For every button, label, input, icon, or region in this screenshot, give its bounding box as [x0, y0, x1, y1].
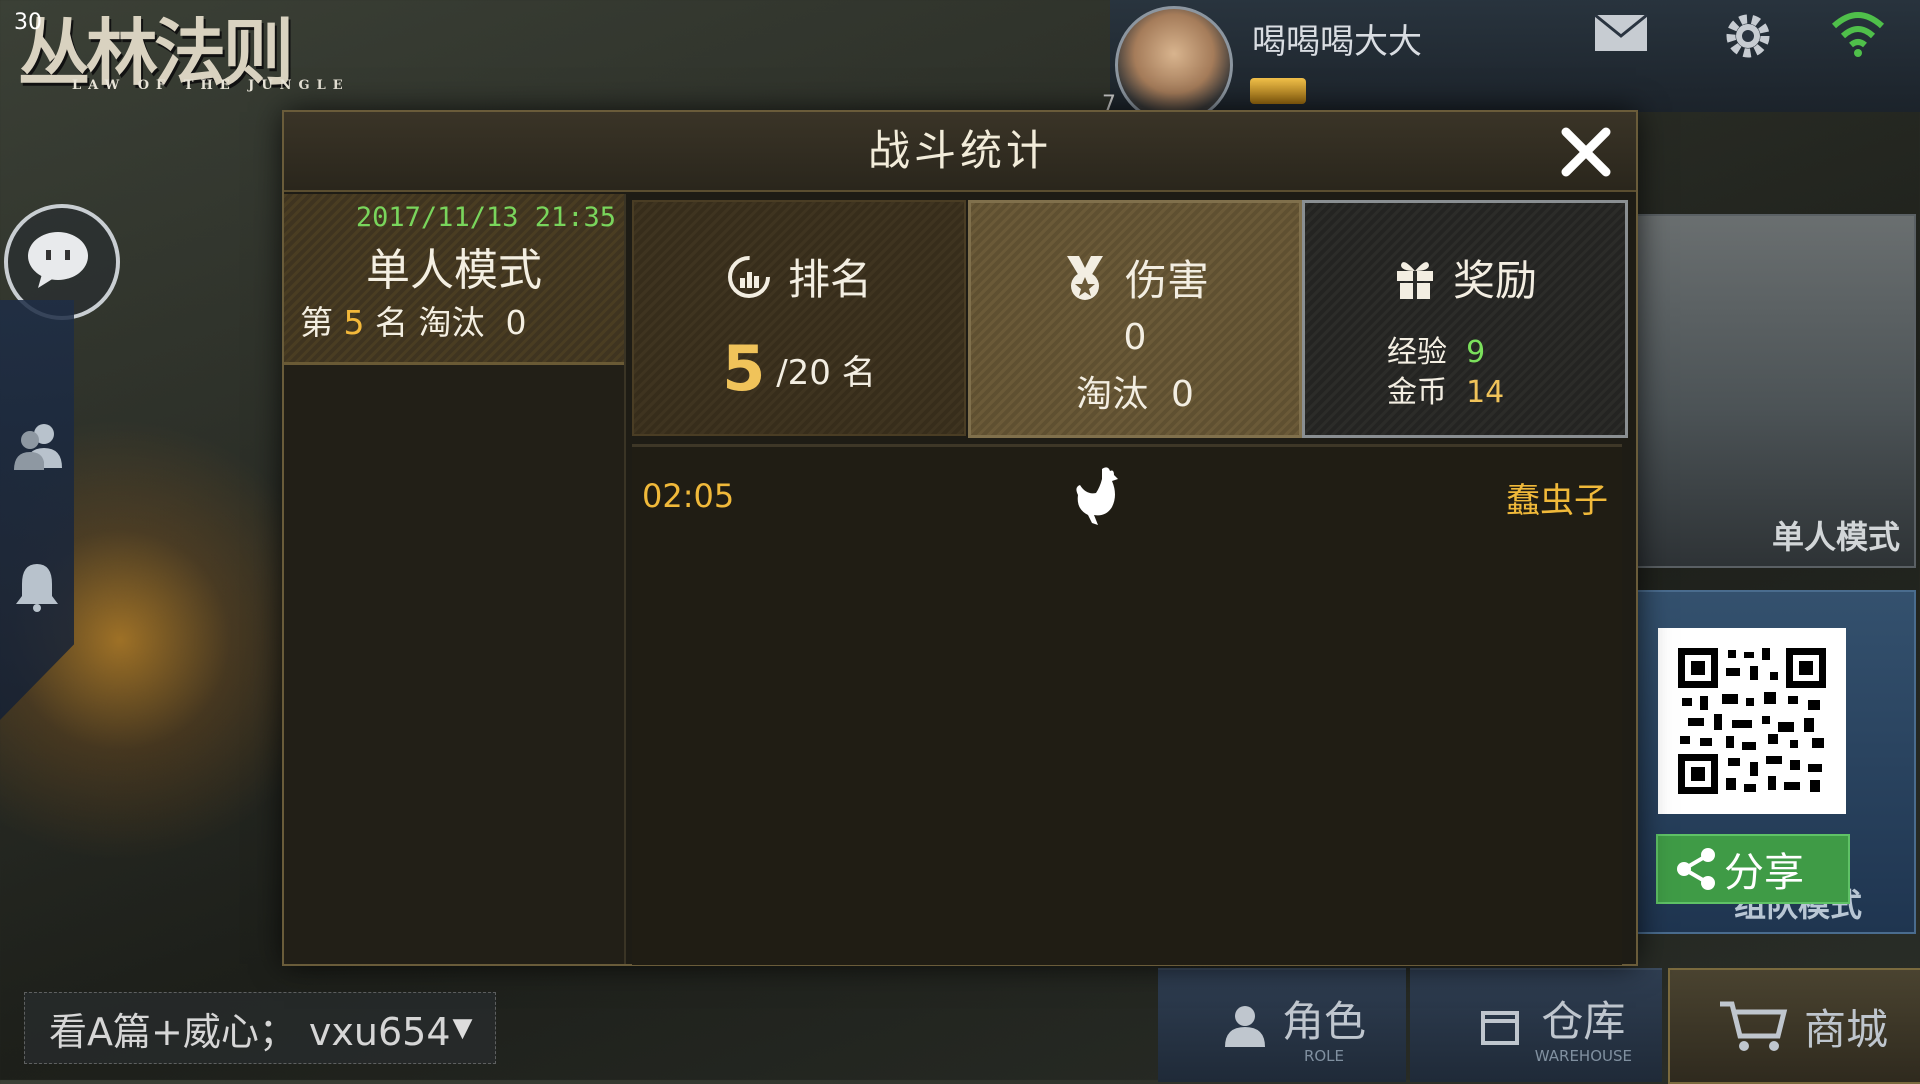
wifi-icon [1831, 12, 1885, 57]
nav-warehouse[interactable]: 仓库 WAREHOUSE [1410, 968, 1662, 1082]
nav-warehouse-label: 仓库 [1541, 996, 1626, 1046]
left-rail [0, 300, 74, 720]
chat-bar[interactable]: 看A篇+威心； vxu654 ▼ [24, 992, 496, 1064]
rank-value: 5 /20 名 [722, 332, 876, 405]
chat-text: 看A篇+威心； vxu654 [49, 1009, 451, 1054]
qr-code [1658, 628, 1846, 814]
username: 喝喝喝大大 [1252, 22, 1422, 62]
game-logo: 丛林法则 LAW OF THE JUNGLE [10, 0, 350, 100]
dialog-title: 战斗统计 [867, 126, 1052, 175]
damage-card: 伤害 0 淘汰 0 [968, 200, 1302, 438]
share-label: 分享 [1724, 850, 1804, 896]
gold-icon [1250, 78, 1306, 104]
match-record-item[interactable]: 2017/11/13 21:35 单人模式 第 5 名 淘汰 0 [284, 194, 624, 365]
bell-icon[interactable] [14, 560, 60, 612]
medal-icon [1066, 255, 1103, 300]
battle-stats-dialog: 战斗统计 2017/11/13 21:35 单人模式 第 5 名 淘汰 0 排名… [284, 112, 1636, 965]
logo-subtitle: LAW OF THE JUNGLE [72, 78, 350, 93]
match-rank: 5 [343, 303, 365, 342]
match-date: 2017/11/13 21:35 [355, 202, 616, 233]
exp-reward: 经验 9 [1387, 335, 1486, 370]
rank-label: 排名 [787, 255, 872, 304]
gift-icon [1396, 261, 1433, 299]
chat-icon [28, 232, 88, 288]
battle-log: 02:05 蠢虫子 [632, 444, 1622, 965]
person-icon [1224, 1006, 1265, 1047]
nav-role-sub: ROLE [1303, 1046, 1345, 1065]
close-icon[interactable] [1556, 122, 1616, 182]
nav-role-label: 角色 [1281, 996, 1366, 1046]
nav-warehouse-sub: WAREHOUSE [1534, 1046, 1632, 1065]
cart-icon [1719, 1001, 1788, 1051]
nav-shop-label: 商城 [1803, 1004, 1888, 1054]
rank-card: 排名 5 /20 名 [632, 200, 966, 436]
share-button[interactable]: 分享 [1656, 834, 1850, 904]
damage-value: 0 [1123, 317, 1147, 358]
chicken-icon [1076, 467, 1118, 525]
solo-mode-card[interactable]: 单人模式 [1636, 214, 1916, 568]
nav-shop[interactable]: 商城 [1668, 968, 1920, 1084]
kills-value: 淘汰 0 [1076, 374, 1194, 415]
match-history-list: 2017/11/13 21:35 单人模式 第 5 名 淘汰 0 [284, 194, 626, 964]
match-mode: 单人模式 [366, 245, 542, 296]
reward-label: 奖励 [1452, 256, 1537, 305]
friends-icon[interactable] [10, 418, 66, 474]
chevron-down-icon[interactable]: ▼ [453, 1013, 473, 1043]
log-player-name: 蠢虫子 [1506, 481, 1608, 521]
gear-icon[interactable] [1722, 10, 1774, 62]
coin-reward: 金币 14 [1387, 375, 1505, 410]
box-icon [1480, 1011, 1519, 1045]
log-time: 02:05 [642, 477, 735, 515]
nav-role[interactable]: 角色 ROLE [1158, 968, 1406, 1082]
solo-mode-label: 单人模式 [1771, 518, 1900, 556]
fps-counter: 30 [14, 10, 42, 35]
damage-label: 伤害 [1124, 256, 1209, 305]
avatar[interactable] [1115, 6, 1233, 124]
match-result: 第 5 名 淘汰 0 [300, 303, 527, 342]
share-icon [1677, 848, 1715, 890]
reward-card: 奖励 经验 9 金币 14 [1302, 200, 1628, 438]
mail-icon[interactable] [1594, 14, 1648, 52]
rank-icon [727, 255, 770, 298]
